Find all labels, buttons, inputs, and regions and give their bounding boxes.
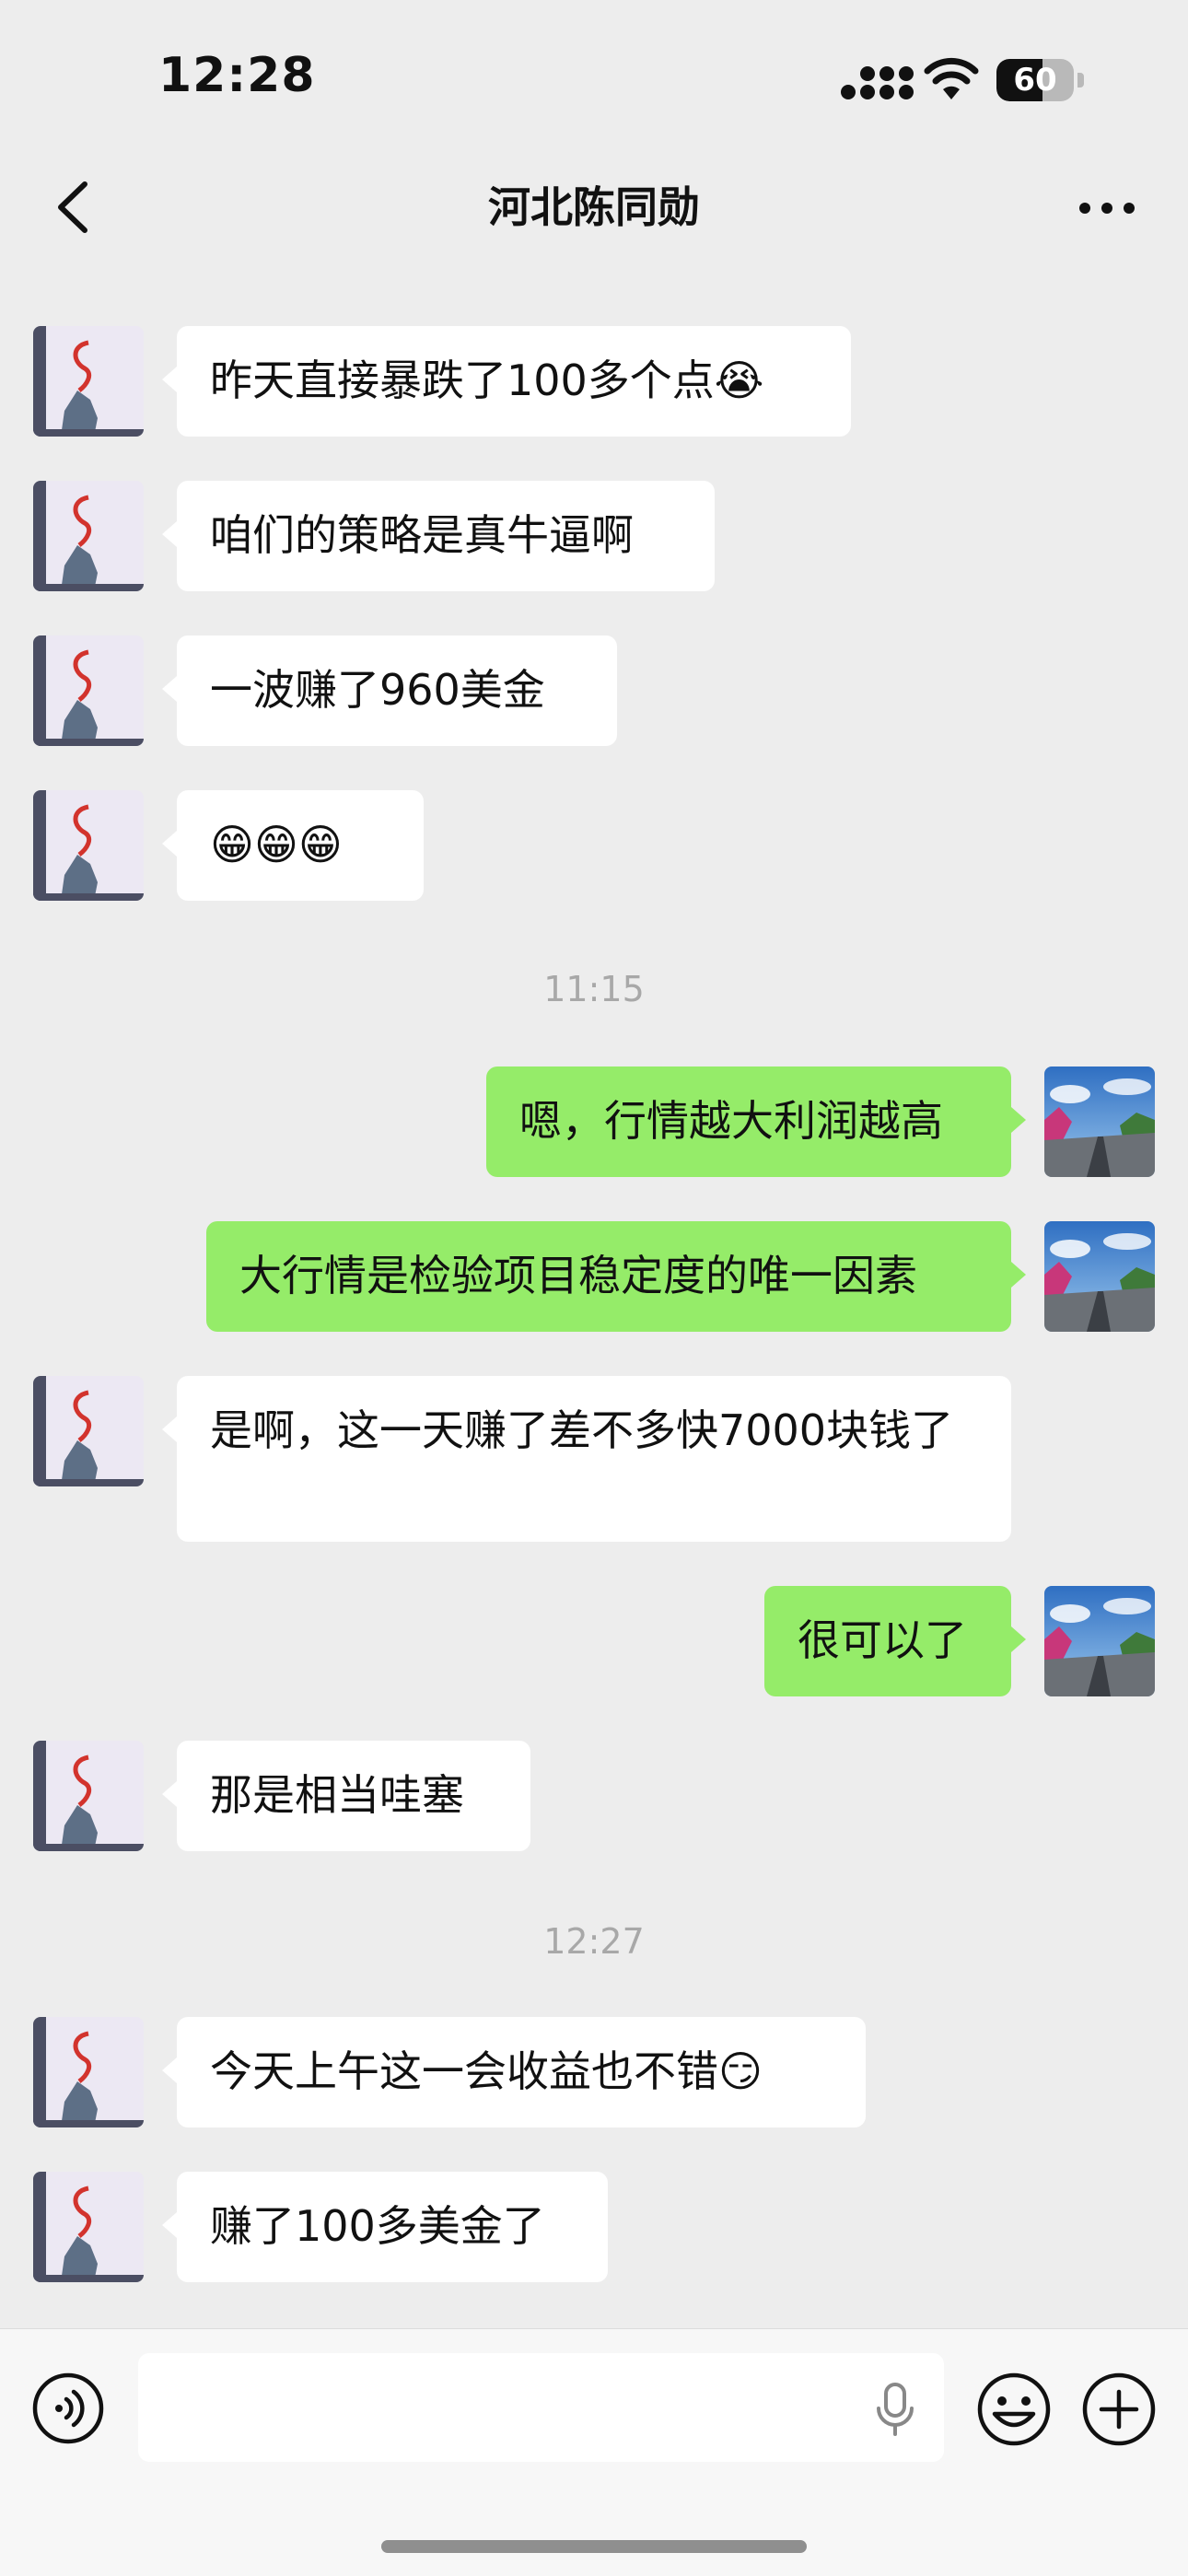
wifi-icon (924, 57, 979, 99)
outgoing-message[interactable]: 嗯，行情越大利润越高 (486, 1067, 1026, 1177)
contact-avatar[interactable] (33, 790, 144, 901)
outgoing-message[interactable]: 很可以了 (764, 1586, 1026, 1696)
contact-avatar[interactable] (33, 2172, 144, 2282)
chevron-left-icon[interactable] (52, 181, 96, 234)
incoming-message[interactable]: 那是相当哇塞 (162, 1741, 530, 1851)
contact-avatar[interactable] (33, 1376, 144, 1486)
input-bar (0, 2328, 1188, 2576)
timestamp: 11:15 (543, 969, 645, 1009)
incoming-message[interactable]: 咱们的策略是真牛逼啊 (162, 481, 715, 591)
chat-title: 河北陈同勋 (488, 182, 700, 232)
voice-icon[interactable] (31, 2372, 105, 2445)
home-indicator (381, 2540, 807, 2553)
my-avatar[interactable] (1044, 1067, 1155, 1177)
battery-level: 60 (1013, 62, 1057, 99)
microphone-icon[interactable] (873, 2381, 917, 2438)
contact-avatar[interactable] (33, 326, 144, 437)
contact-avatar[interactable] (33, 2017, 144, 2127)
my-avatar[interactable] (1044, 1586, 1155, 1696)
contact-avatar[interactable] (33, 1741, 144, 1851)
status-bar: 12:28 60 (0, 0, 1188, 138)
timestamp: 12:27 (543, 1921, 645, 1962)
more-dots-icon[interactable] (1077, 192, 1136, 225)
contact-avatar[interactable] (33, 635, 144, 746)
incoming-message[interactable]: 是啊，这一天赚了差不多快7000块钱了 (162, 1376, 1011, 1542)
contact-avatar[interactable] (33, 481, 144, 591)
incoming-message[interactable]: 赚了100多美金了 (162, 2172, 608, 2282)
battery-indicator: 60 (996, 59, 1085, 101)
incoming-message[interactable]: 一波赚了960美金 (162, 635, 617, 746)
plus-icon[interactable] (1081, 2372, 1157, 2447)
my-avatar[interactable] (1044, 1221, 1155, 1332)
incoming-message[interactable]: 😁😁😁 (162, 790, 424, 901)
incoming-message[interactable]: 昨天直接暴跌了100多个点😭 (162, 326, 851, 437)
message-input[interactable] (138, 2353, 944, 2462)
chat-header: 河北陈同勋 (0, 138, 1188, 276)
emoji-icon[interactable] (976, 2372, 1052, 2447)
status-time: 12:28 (158, 48, 316, 103)
cellular-signal-icon (841, 66, 914, 99)
incoming-message[interactable]: 今天上午这一会收益也不错😏 (162, 2017, 866, 2127)
outgoing-message[interactable]: 大行情是检验项目稳定度的唯一因素 (206, 1221, 1026, 1332)
